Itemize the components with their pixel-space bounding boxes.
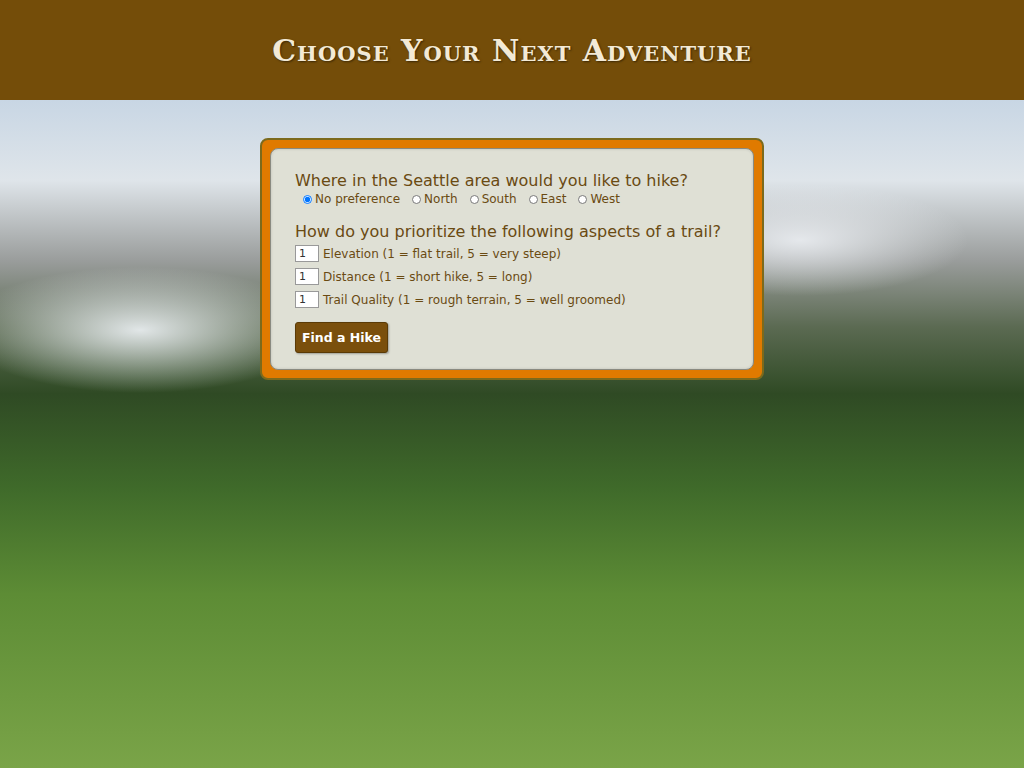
priority-input[interactable] bbox=[295, 245, 319, 262]
priority-input[interactable] bbox=[295, 268, 319, 285]
priority-label: Distance (1 = short hike, 5 = long) bbox=[323, 270, 532, 284]
priority-input[interactable] bbox=[295, 291, 319, 308]
location-radio[interactable] bbox=[470, 195, 479, 204]
location-option-label[interactable]: No preference bbox=[315, 192, 400, 206]
location-option-label[interactable]: East bbox=[541, 192, 567, 206]
header: Choose Your Next Adventure bbox=[0, 0, 1024, 100]
location-option[interactable]: No preference bbox=[303, 192, 400, 206]
form-card: Where in the Seattle area would you like… bbox=[260, 138, 764, 380]
priority-fields: Elevation (1 = flat trail, 5 = very stee… bbox=[295, 245, 729, 308]
location-option-label[interactable]: North bbox=[424, 192, 458, 206]
form-panel: Where in the Seattle area would you like… bbox=[270, 148, 754, 370]
location-question: Where in the Seattle area would you like… bbox=[295, 171, 729, 190]
location-option-label[interactable]: South bbox=[482, 192, 517, 206]
priority-label: Elevation (1 = flat trail, 5 = very stee… bbox=[323, 247, 561, 261]
priority-row: Elevation (1 = flat trail, 5 = very stee… bbox=[295, 245, 729, 262]
find-hike-button[interactable]: Find a Hike bbox=[295, 322, 388, 353]
page-title: Choose Your Next Adventure bbox=[272, 33, 752, 68]
location-options: No preference North South East West bbox=[295, 192, 729, 206]
location-radio[interactable] bbox=[578, 195, 587, 204]
priority-row: Distance (1 = short hike, 5 = long) bbox=[295, 268, 729, 285]
location-option[interactable]: East bbox=[529, 192, 567, 206]
location-option-label[interactable]: West bbox=[590, 192, 620, 206]
background-photo: Where in the Seattle area would you like… bbox=[0, 100, 1024, 768]
priority-row: Trail Quality (1 = rough terrain, 5 = we… bbox=[295, 291, 729, 308]
location-radio[interactable] bbox=[529, 195, 538, 204]
priority-label: Trail Quality (1 = rough terrain, 5 = we… bbox=[323, 293, 626, 307]
priorities-question: How do you prioritize the following aspe… bbox=[295, 222, 729, 241]
location-option[interactable]: West bbox=[578, 192, 620, 206]
location-option[interactable]: North bbox=[412, 192, 458, 206]
location-option[interactable]: South bbox=[470, 192, 517, 206]
location-radio[interactable] bbox=[412, 195, 421, 204]
location-radio[interactable] bbox=[303, 195, 312, 204]
